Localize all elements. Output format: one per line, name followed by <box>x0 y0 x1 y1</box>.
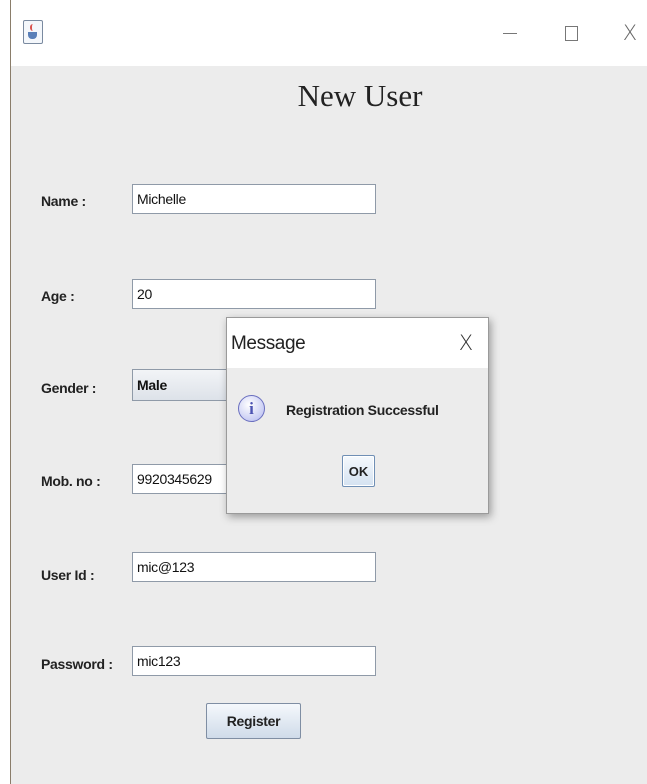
close-button[interactable]: X <box>615 16 645 50</box>
password-field[interactable] <box>132 646 376 676</box>
dialog-close-button[interactable]: X <box>453 328 479 358</box>
ok-button[interactable]: OK <box>342 455 375 487</box>
form-title: New User <box>297 78 423 113</box>
info-icon: i <box>238 395 265 422</box>
window-titlebar[interactable]: X <box>11 0 647 66</box>
maximize-button[interactable] <box>556 16 586 50</box>
gender-label: Gender : <box>41 380 97 396</box>
dialog-titlebar[interactable]: Message X <box>227 318 488 368</box>
register-button[interactable]: Register <box>206 703 301 739</box>
user-id-label: User Id : <box>41 567 95 583</box>
minimize-button[interactable] <box>495 16 525 50</box>
dialog-title: Message <box>231 333 306 354</box>
name-label: Name : <box>41 193 86 209</box>
user-id-field[interactable] <box>132 552 376 582</box>
minimize-icon <box>503 32 517 34</box>
dialog-message: Registration Successful <box>286 402 439 418</box>
age-label: Age : <box>41 288 75 304</box>
cup-icon-part <box>28 32 37 39</box>
steam-icon-part <box>30 24 36 31</box>
message-dialog: Message X i Registration Successful OK <box>226 317 489 514</box>
password-label: Password : <box>41 656 113 672</box>
name-field[interactable] <box>132 184 376 214</box>
java-cup-icon[interactable] <box>23 20 43 44</box>
age-field[interactable] <box>132 279 376 309</box>
mobile-label: Mob. no : <box>41 473 101 489</box>
maximize-icon <box>564 25 578 41</box>
